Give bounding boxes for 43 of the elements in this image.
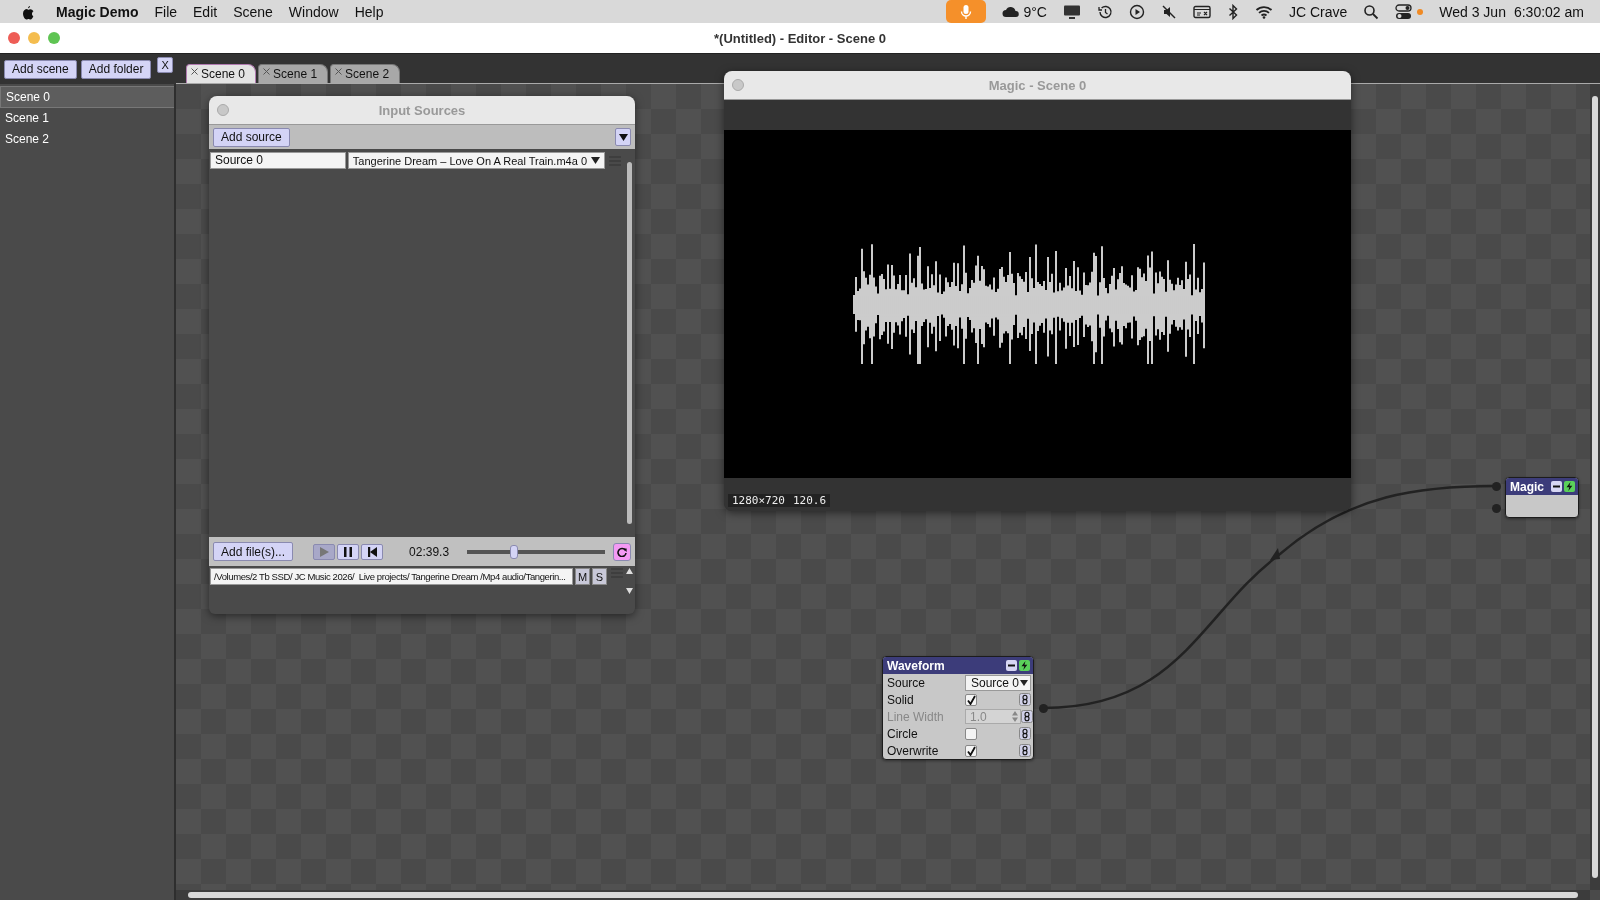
window-title: Input Sources [378, 102, 466, 118]
parameter-label: Line Width [887, 709, 945, 724]
menu-item[interactable]: Help [354, 3, 384, 20]
parameter-label: Overwrite [887, 743, 940, 758]
scene-item[interactable]: Scene 0 [0, 86, 174, 108]
source-name-field[interactable]: Source 0 [210, 152, 346, 169]
user-name[interactable]: JC Crave [1288, 3, 1348, 20]
solo-button[interactable]: S [592, 568, 607, 585]
toolbar-button[interactable]: Add scene [4, 59, 77, 79]
resolution-label: 1280×720 [728, 494, 789, 507]
menu-item[interactable]: Scene [233, 3, 273, 20]
node-header[interactable]: Magic [1506, 478, 1578, 495]
tab-label[interactable]: Scene 0 [201, 67, 246, 82]
parameter-label: Source [887, 675, 927, 690]
window-title: Magic - Scene 0 [988, 77, 1087, 93]
menu-item[interactable]: File [154, 3, 178, 20]
parameter-label: Circle [887, 726, 919, 741]
tab[interactable]: Scene 1 [258, 64, 329, 83]
tab[interactable]: Scene 2 [330, 64, 401, 83]
tab[interactable]: Scene 0 [186, 64, 257, 83]
file-dropdown[interactable]: Tangerine Dream – Love On A Real Train.m4a 0 [347, 152, 605, 169]
menu-item[interactable]: Window [288, 3, 339, 20]
window-title: *(Untitled) - Editor - Scene 0 [714, 30, 886, 46]
node-header[interactable]: Waveform [883, 657, 1033, 674]
add-files-button[interactable]: Add file(s)... [213, 542, 294, 561]
scene-item[interactable]: Scene 1 [0, 108, 174, 129]
weather-text[interactable]: 9°C [1023, 3, 1047, 20]
fps-label: 120.6 [789, 494, 831, 507]
file-path-field[interactable]: /Volumes/2 Tb SSD/ JC Music 2026/ Live projects/ Tangerine Dream /Mp4 audio/Tangerin... [210, 568, 573, 585]
source-dropdown[interactable]: Source 0 [965, 674, 1031, 691]
tab-label[interactable]: Scene 2 [345, 67, 390, 82]
clock-text[interactable]: 6:30:02 am [1513, 3, 1584, 20]
app-menu[interactable]: Magic Demo [56, 3, 139, 20]
menu-item[interactable]: Edit [193, 3, 218, 20]
toolbar-button[interactable]: Add folder [80, 59, 152, 79]
close-button[interactable]: X [157, 57, 173, 73]
scene-item[interactable]: Scene 2 [0, 129, 174, 150]
mute-button[interactable]: M [575, 568, 590, 585]
date-text[interactable]: Wed 3 Jun [1439, 3, 1506, 20]
tab-label[interactable]: Scene 1 [273, 67, 318, 82]
time-readout: 02:39.3 [409, 544, 450, 559]
add-source-button[interactable]: Add source [213, 127, 290, 147]
parameter-label: Solid [887, 692, 915, 707]
